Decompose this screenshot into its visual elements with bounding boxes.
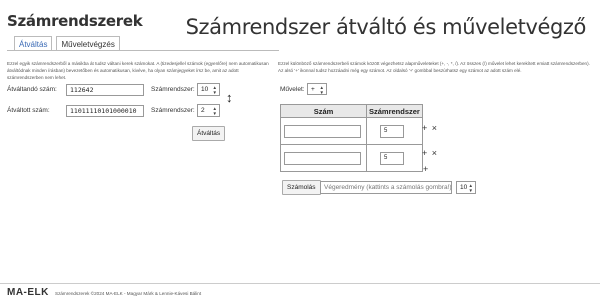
operand-base-input[interactable]: 5	[380, 151, 404, 165]
result-base-value: 2	[201, 107, 205, 114]
tab-bar: Átváltás Műveletvégzés	[14, 36, 120, 51]
tab-operations[interactable]: Műveletvégzés	[56, 36, 120, 51]
operation-label: Művelet:	[280, 86, 305, 93]
app-title: Számrendszerek	[7, 12, 143, 30]
operands-table: Szám Számrendszer 5 5	[280, 104, 423, 172]
footer-divider	[0, 283, 600, 284]
source-base-label: Számrendszer:	[151, 86, 195, 93]
operand-number-input[interactable]	[284, 124, 361, 138]
table-row: 5	[280, 144, 423, 172]
result-base-select[interactable]: 10 ▲ ▼	[456, 181, 476, 194]
column-header-base: Számrendszer	[366, 104, 423, 118]
convert-button[interactable]: Átváltás	[192, 126, 226, 141]
tab-divider	[7, 50, 279, 51]
footer-logo: MA-ELK	[7, 287, 49, 298]
calculate-button[interactable]: Számolás	[282, 180, 321, 195]
result-base-stepper[interactable]: 2 ▲ ▼	[197, 104, 220, 117]
select-arrows-icon: ▲ ▼	[468, 183, 473, 193]
operation-select[interactable]: + ▲ ▼	[307, 83, 327, 95]
source-base-value: 10	[201, 86, 209, 93]
source-number-label: Átváltandó szám:	[7, 86, 57, 93]
result-base-label: Számrendszer:	[151, 107, 195, 114]
select-arrows-icon: ▲ ▼	[319, 85, 324, 95]
stepper-arrows-icon[interactable]: ▲ ▼	[213, 106, 217, 116]
result-number-label: Átváltott szám:	[7, 107, 50, 114]
source-base-stepper[interactable]: 10 ▲ ▼	[197, 83, 220, 96]
tab-conversion[interactable]: Átváltás	[14, 36, 53, 51]
row-actions[interactable]: + ×	[422, 123, 438, 133]
operand-base-input[interactable]: 5	[380, 124, 404, 138]
source-number-input[interactable]: 112642	[66, 84, 144, 96]
row-actions[interactable]: + ×	[422, 148, 438, 158]
table-row: 5	[280, 117, 423, 145]
result-output-field[interactable]: Végeredmény (kattints a számolás gombra!…	[320, 181, 452, 194]
operand-number-input[interactable]	[284, 151, 361, 165]
result-base-select-value: 10	[460, 184, 468, 191]
stepper-arrows-icon[interactable]: ▲ ▼	[213, 85, 217, 95]
add-row-icon[interactable]: +	[423, 164, 428, 174]
converter-description: Ezzel egyik számrendszerből a másikba át…	[7, 61, 269, 80]
footer-copyright: Számrendszerek ©2024 MA-ELK - Magyar Már…	[55, 291, 202, 296]
result-number-input[interactable]: 11011110101000010	[66, 105, 144, 117]
column-header-number: Szám	[280, 104, 367, 118]
swap-vertical-icon[interactable]: ↕	[226, 90, 233, 105]
operation-value: +	[311, 86, 315, 93]
page-title: Számrendszer átváltó és műveletvégző	[185, 15, 587, 39]
operations-description: Ezzel különböző számrendszerbeli számok …	[278, 61, 590, 73]
